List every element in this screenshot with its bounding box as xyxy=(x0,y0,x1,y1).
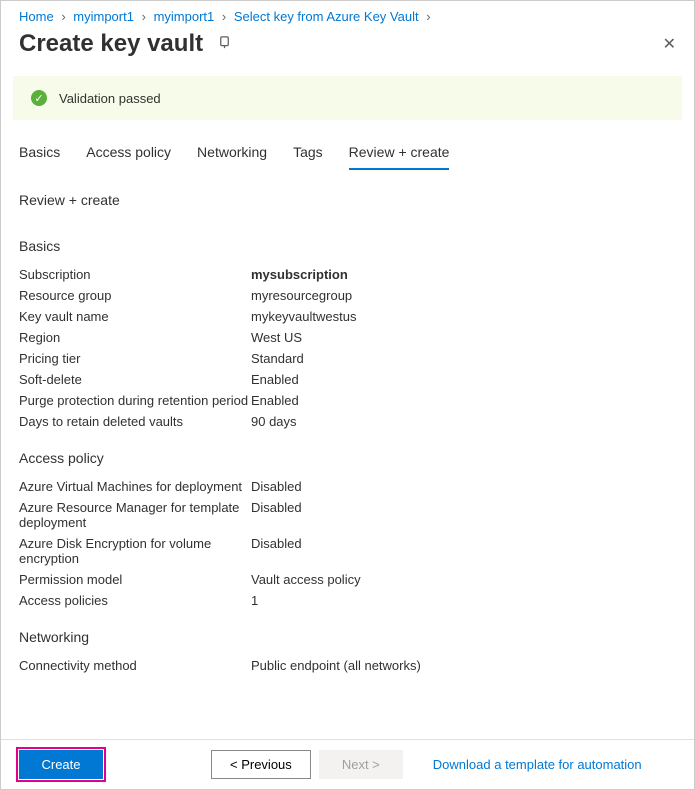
value-permission-model: Vault access policy xyxy=(251,572,361,587)
value-retain-days: 90 days xyxy=(251,414,297,429)
value-key-vault-name: mykeyvaultwestus xyxy=(251,309,356,324)
tab-tags[interactable]: Tags xyxy=(293,138,323,170)
chevron-right-icon: › xyxy=(426,9,430,24)
section-heading-basics: Basics xyxy=(1,220,694,264)
create-button[interactable]: Create xyxy=(19,750,103,779)
tab-access-policy[interactable]: Access policy xyxy=(86,138,171,170)
value-region: West US xyxy=(251,330,302,345)
label-pricing-tier: Pricing tier xyxy=(19,351,251,366)
value-vm-deploy: Disabled xyxy=(251,479,302,494)
value-purge-protection: Enabled xyxy=(251,393,299,408)
label-region: Region xyxy=(19,330,251,345)
chevron-right-icon: › xyxy=(142,9,146,24)
section-heading-access-policy: Access policy xyxy=(1,432,694,476)
next-button: Next > xyxy=(319,750,403,779)
tab-basics[interactable]: Basics xyxy=(19,138,60,170)
page-title: Create key vault xyxy=(19,30,203,58)
page-header: Create key vault ✕ xyxy=(1,26,694,70)
label-retain-days: Days to retain deleted vaults xyxy=(19,414,251,429)
page-subtitle: Review + create xyxy=(1,190,694,220)
chevron-right-icon: › xyxy=(61,9,65,24)
close-icon[interactable]: ✕ xyxy=(663,34,676,54)
value-subscription: mysubscription xyxy=(251,267,348,282)
tabs: Basics Access policy Networking Tags Rev… xyxy=(1,138,694,170)
check-circle-icon: ✓ xyxy=(31,90,47,106)
download-template-link[interactable]: Download a template for automation xyxy=(433,757,642,772)
label-subscription: Subscription xyxy=(19,267,251,282)
section-heading-networking: Networking xyxy=(1,611,694,655)
validation-banner: ✓ Validation passed xyxy=(13,76,682,120)
value-soft-delete: Enabled xyxy=(251,372,299,387)
value-pricing-tier: Standard xyxy=(251,351,304,366)
breadcrumb-select-key[interactable]: Select key from Azure Key Vault xyxy=(234,9,419,24)
breadcrumb: Home › myimport1 › myimport1 › Select ke… xyxy=(1,1,694,26)
footer-toolbar: Create < Previous Next > Download a temp… xyxy=(1,739,694,789)
value-connectivity: Public endpoint (all networks) xyxy=(251,658,421,673)
chevron-right-icon: › xyxy=(222,9,226,24)
label-key-vault-name: Key vault name xyxy=(19,309,251,324)
breadcrumb-home[interactable]: Home xyxy=(19,9,54,24)
tab-review-create[interactable]: Review + create xyxy=(349,138,450,170)
label-access-policies: Access policies xyxy=(19,593,251,608)
breadcrumb-myimport1a[interactable]: myimport1 xyxy=(73,9,134,24)
label-soft-delete: Soft-delete xyxy=(19,372,251,387)
validation-message: Validation passed xyxy=(59,91,161,106)
label-permission-model: Permission model xyxy=(19,572,251,587)
label-arm-template: Azure Resource Manager for template depl… xyxy=(19,500,251,530)
value-disk-encryption: Disabled xyxy=(251,536,302,566)
pin-icon[interactable] xyxy=(217,35,232,53)
label-vm-deploy: Azure Virtual Machines for deployment xyxy=(19,479,251,494)
value-resource-group: myresourcegroup xyxy=(251,288,352,303)
label-purge-protection: Purge protection during retention period xyxy=(19,393,251,408)
tab-networking[interactable]: Networking xyxy=(197,138,267,170)
label-disk-encryption: Azure Disk Encryption for volume encrypt… xyxy=(19,536,251,566)
breadcrumb-myimport1b[interactable]: myimport1 xyxy=(154,9,215,24)
previous-button[interactable]: < Previous xyxy=(211,750,311,779)
label-connectivity: Connectivity method xyxy=(19,658,251,673)
value-access-policies: 1 xyxy=(251,593,258,608)
value-arm-template: Disabled xyxy=(251,500,302,530)
label-resource-group: Resource group xyxy=(19,288,251,303)
